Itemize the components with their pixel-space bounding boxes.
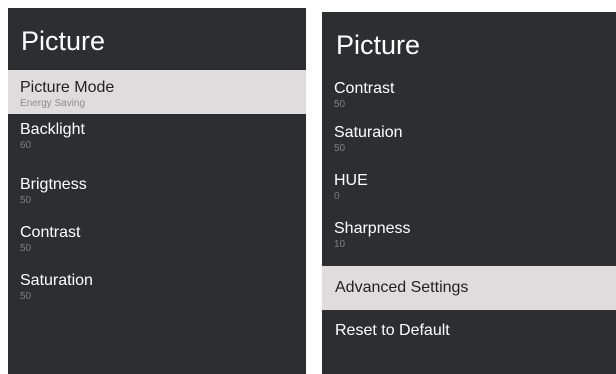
menu-item-label: Contrast bbox=[20, 224, 81, 241]
menu-item-brightness[interactable]: Brigtness 50 bbox=[8, 171, 306, 215]
menu-item-hue[interactable]: HUE 0 bbox=[322, 168, 616, 208]
menu-item-value: 50 bbox=[20, 243, 32, 254]
menu-item-value: 0 bbox=[334, 191, 340, 202]
menu-item-label: Advanced Settings bbox=[335, 279, 469, 296]
picture-menu-panel-left: Picture Picture Mode Energy Saving Backl… bbox=[8, 8, 306, 374]
menu-item-label: Saturation bbox=[20, 272, 93, 289]
menu-item-value: 50 bbox=[334, 99, 346, 110]
menu-item-label: Reset to Default bbox=[335, 322, 450, 339]
menu-item-sharpness[interactable]: Sharpness 10 bbox=[322, 216, 616, 256]
menu-item-reset-to-default[interactable]: Reset to Default bbox=[322, 312, 616, 352]
menu-item-value: 60 bbox=[20, 140, 32, 151]
menu-title: Picture bbox=[21, 26, 106, 56]
menu-item-value: Energy Saving bbox=[20, 98, 86, 109]
menu-item-advanced-settings[interactable]: Advanced Settings bbox=[322, 266, 616, 310]
menu-item-label: Saturaion bbox=[334, 124, 403, 141]
menu-item-label: Contrast bbox=[334, 80, 395, 97]
menu-title: Picture bbox=[336, 30, 421, 60]
menu-item-saturation[interactable]: Saturation 50 bbox=[8, 267, 306, 311]
menu-item-value: 10 bbox=[334, 239, 346, 250]
menu-item-label: Sharpness bbox=[334, 220, 411, 237]
picture-menu-panel-right: Picture Contrast 50 Saturaion 50 HUE 0 S… bbox=[322, 12, 616, 374]
menu-item-saturation[interactable]: Saturaion 50 bbox=[322, 120, 616, 160]
menu-item-picture-mode[interactable]: Picture Mode Energy Saving bbox=[8, 70, 306, 114]
menu-item-contrast[interactable]: Contrast 50 bbox=[322, 76, 616, 116]
menu-item-value: 50 bbox=[20, 291, 32, 302]
menu-item-value: 50 bbox=[334, 143, 346, 154]
menu-item-contrast[interactable]: Contrast 50 bbox=[8, 219, 306, 263]
menu-item-backlight[interactable]: Backlight 60 bbox=[8, 116, 306, 160]
menu-item-label: HUE bbox=[334, 172, 368, 189]
menu-item-label: Picture Mode bbox=[20, 79, 115, 96]
menu-item-value: 50 bbox=[20, 195, 32, 206]
menu-item-label: Backlight bbox=[20, 121, 85, 138]
menu-item-label: Brigtness bbox=[20, 176, 87, 193]
